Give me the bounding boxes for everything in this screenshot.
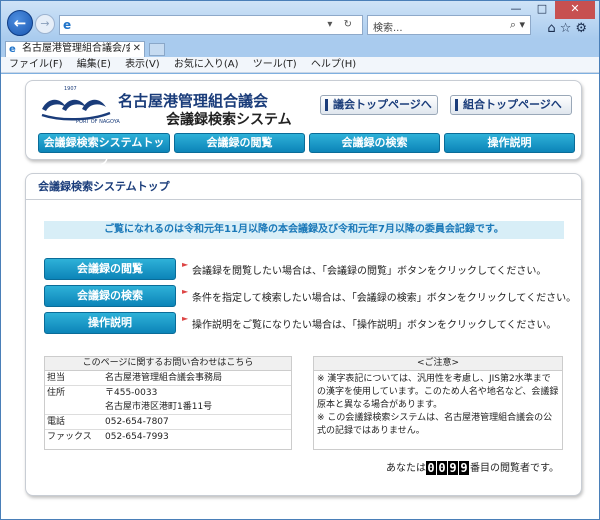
contact-table: このページに関するお問い合わせはこちら 担当 名古屋港管理組合議会事務局 住所 … — [44, 356, 292, 450]
counter-prefix: あなたは — [386, 463, 426, 474]
menu-view[interactable]: 表示(V) — [125, 59, 160, 70]
action-row-help: 操作説明 ► 操作説明をご覧になりたい場合は、「操作説明」ボタンをクリックしてく… — [44, 312, 564, 334]
search-description: 条件を指定して検索したい場合は、「会議録の検索」ボタンをクリックしてください。 — [192, 293, 577, 304]
caution-heading: <ご注意> — [314, 357, 562, 371]
nav-help[interactable]: 操作説明 — [444, 133, 575, 153]
nav-search[interactable]: 会議録の検索 — [309, 133, 440, 153]
bullet-icon: ► — [182, 314, 189, 323]
contact-value: 名古屋港管理組合議会事務局 — [105, 373, 223, 383]
address-toolbar: ← → e ▾ ↻ 検索... ⌕ ▾ — □ ✕ ⌂☆⚙ — [1, 1, 599, 39]
back-button[interactable]: ← — [7, 10, 33, 36]
maximize-button[interactable]: □ — [529, 1, 555, 19]
nav-system-top[interactable]: 会議録検索システムトップ — [38, 133, 170, 167]
caution-body: ※ 漢字表記については、汎用性を考慮し、JIS第2水準までの漢字を使用しています… — [314, 371, 562, 440]
contact-label: 電話 — [47, 417, 66, 427]
logo-since: 1907 — [64, 86, 77, 92]
minimize-button[interactable]: — — [503, 1, 529, 19]
tab-strip: e 名古屋港管理組合議会/会... ✕ — [1, 39, 599, 57]
counter-digit: 0 — [437, 461, 447, 475]
browser-icons: ⌂☆⚙ — [547, 21, 591, 36]
counter-digit: 0 — [426, 461, 436, 475]
contact-value: 〒455-0033 — [105, 388, 158, 398]
page-content: 1907 PORT OF NAGOYA 名古屋港管理組合議会 会議録検索システム… — [1, 74, 599, 519]
window-controls: — □ ✕ — [503, 1, 595, 19]
council-top-button[interactable]: 議会トップページへ — [320, 95, 438, 115]
contact-heading: このページに関するお問い合わせはこちら — [45, 357, 291, 371]
forward-button[interactable]: → — [35, 14, 55, 34]
contact-label — [45, 400, 105, 414]
home-icon[interactable]: ⌂ — [547, 21, 559, 36]
contact-value: 052-654-7807 — [105, 417, 169, 427]
menu-edit[interactable]: 編集(E) — [77, 59, 111, 70]
search-placeholder: 検索... — [373, 23, 403, 34]
bullet-icon: ► — [182, 287, 189, 296]
contact-label: 担当 — [47, 373, 66, 383]
contact-value: 052-654-7993 — [105, 432, 169, 442]
action-row-search: 会議録の検索 ► 条件を指定して検索したい場合は、「会議録の検索」ボタンをクリッ… — [44, 285, 576, 307]
counter-digits: 0099 — [426, 461, 470, 475]
menu-bar: ファイル(F) 編集(E) 表示(V) お気に入り(A) ツール(T) ヘルプ(… — [1, 57, 599, 73]
page-title: 会議録検索システムトップ — [26, 174, 581, 200]
help-description: 操作説明をご覧になりたい場合は、「操作説明」ボタンをクリックしてください。 — [192, 320, 557, 331]
new-tab-button[interactable] — [149, 43, 165, 56]
counter-suffix: 番目の閲覧者です。 — [470, 463, 559, 474]
browser-window: ← → e ▾ ↻ 検索... ⌕ ▾ — □ ✕ ⌂☆⚙ e 名古屋港管理組合議会… — [0, 0, 600, 520]
system-title: 会議録検索システム — [166, 112, 292, 128]
counter-digit: 9 — [459, 461, 469, 475]
browse-records-button[interactable]: 会議録の閲覧 — [44, 258, 176, 280]
browse-description: 会議録を閲覧したい場合は、「会議録の閲覧」ボタンをクリックしてください。 — [192, 266, 547, 277]
ie-icon: e — [63, 18, 72, 32]
caution-text-2: ※ この会議録検索システムは、名古屋港管理組合議会の公式の記録ではありません。 — [317, 413, 553, 436]
close-tab-icon[interactable]: ✕ — [133, 42, 141, 56]
caution-text-1: ※ 漢字表記については、汎用性を考慮し、JIS第2水準までの漢字を使用しています… — [317, 374, 559, 410]
visitor-counter: あなたは0 0 9 9 番目の閲覧者です。 — [386, 459, 559, 475]
caution-box: <ご注意> ※ 漢字表記については、汎用性を考慮し、JIS第2水準までの漢字を使… — [313, 356, 563, 450]
site-header: 1907 PORT OF NAGOYA 名古屋港管理組合議会 会議録検索システム… — [25, 80, 582, 167]
table-row: ファックス 052-654-7993 — [45, 430, 291, 444]
nav-browse[interactable]: 会議録の閲覧 — [174, 133, 305, 153]
address-bar[interactable]: e ▾ ↻ — [59, 15, 363, 35]
browser-tab[interactable]: e 名古屋港管理組合議会/会... ✕ — [5, 41, 145, 57]
menu-file[interactable]: ファイル(F) — [9, 59, 63, 70]
table-row: 担当 名古屋港管理組合議会事務局 — [45, 371, 291, 386]
org-title: 名古屋港管理組合議会 — [118, 92, 269, 110]
contact-label: ファックス — [47, 432, 92, 442]
counter-digit: 9 — [448, 461, 458, 475]
close-button[interactable]: ✕ — [555, 1, 595, 19]
table-row: 電話 052-654-7807 — [45, 415, 291, 430]
favorites-icon[interactable]: ☆ — [560, 21, 576, 36]
action-row-browse: 会議録の閲覧 ► 会議録を閲覧したい場合は、「会議録の閲覧」ボタンをクリックして… — [44, 258, 564, 280]
search-records-button[interactable]: 会議録の検索 — [44, 285, 176, 307]
address-tools[interactable]: ▾ ↻ — [327, 19, 356, 30]
help-button[interactable]: 操作説明 — [44, 312, 176, 334]
union-top-button[interactable]: 組合トップページへ — [450, 95, 572, 115]
main-panel: 会議録検索システムトップ ご覧になれるのは令和元年11月以降の本会議録及び令和元… — [25, 173, 582, 496]
menu-help[interactable]: ヘルプ(H) — [311, 59, 356, 70]
availability-notice: ご覧になれるのは令和元年11月以降の本会議録及び令和元年7月以降の委員会記録です… — [44, 221, 564, 239]
logo-caption: PORT OF NAGOYA — [76, 119, 120, 125]
search-icon[interactable]: ⌕ ▾ — [510, 18, 525, 32]
bullet-icon: ► — [182, 260, 189, 269]
contact-value: 名古屋市港区港町1番11号 — [105, 402, 213, 412]
ie-icon: e — [9, 44, 16, 55]
contact-label: 住所 — [47, 388, 66, 398]
tab-title: 名古屋港管理組合議会/会... — [22, 43, 130, 54]
menu-tools[interactable]: ツール(T) — [253, 59, 297, 70]
table-row: 住所 〒455-0033 名古屋市港区港町1番11号 — [45, 386, 291, 415]
gear-icon[interactable]: ⚙ — [575, 21, 591, 36]
menu-favorites[interactable]: お気に入り(A) — [174, 59, 239, 70]
